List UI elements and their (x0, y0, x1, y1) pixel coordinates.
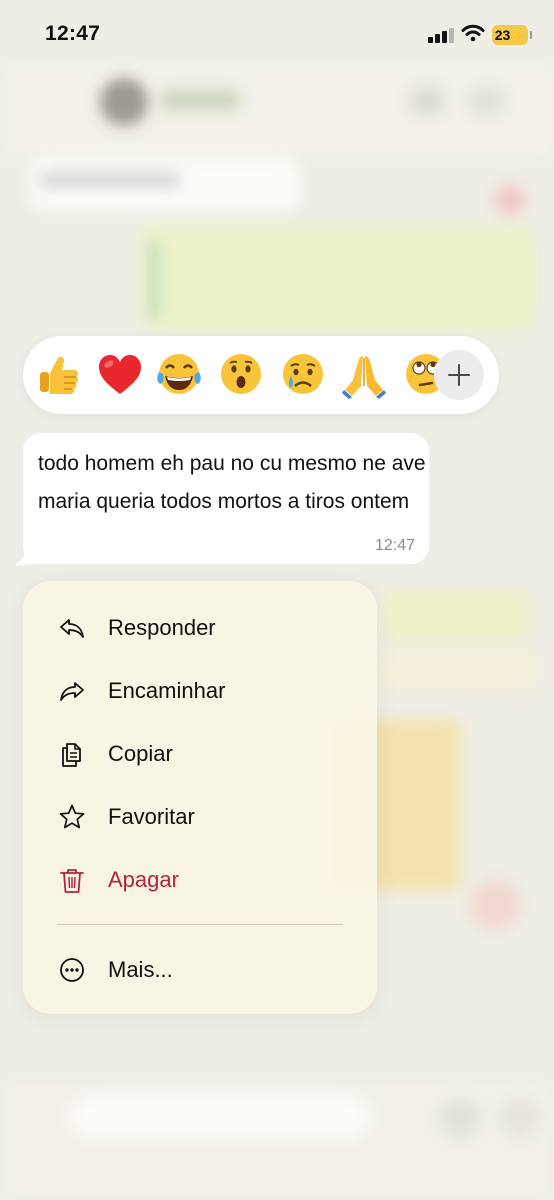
message-text: todo homem eh pau no cu mesmo ne ave mar… (38, 452, 426, 513)
reaction-surprised[interactable] (216, 350, 266, 400)
crying-face-icon (283, 354, 323, 394)
menu-divider (57, 924, 343, 925)
heart-icon (99, 355, 141, 394)
tears-of-joy-icon (157, 354, 201, 394)
reply-icon (60, 619, 84, 638)
more-icon (60, 958, 84, 982)
reaction-heart[interactable] (95, 350, 145, 400)
signal-icon (428, 27, 454, 43)
folded-hands-icon (342, 356, 386, 399)
reaction-laughing[interactable] (154, 350, 204, 400)
thumbs-up-icon (40, 356, 79, 394)
menu-label-delete: Apagar (108, 867, 179, 892)
menu-item-more[interactable]: Mais... (23, 941, 377, 999)
menu-label-copy: Copiar (108, 741, 173, 766)
wifi-icon (461, 24, 485, 42)
message-timestamp: 12:47 (374, 537, 415, 554)
menu-item-delete[interactable]: Apagar (23, 851, 377, 909)
menu-item-forward[interactable]: Encaminhar (23, 662, 377, 720)
reaction-thumbs-up[interactable] (34, 350, 84, 400)
menu-label-reply: Responder (108, 615, 216, 640)
message-context-menu: Responder Encaminhar Copiar Favoritar Ap… (23, 581, 377, 1014)
battery-level: 23 (494, 27, 511, 43)
menu-label-more: Mais... (108, 957, 173, 982)
reaction-bar (23, 336, 499, 414)
menu-item-reply[interactable]: Responder (23, 599, 377, 657)
reaction-sad[interactable] (278, 350, 328, 400)
star-icon (59, 804, 85, 829)
copy-icon (62, 743, 81, 767)
forward-icon (60, 682, 84, 701)
menu-item-copy[interactable]: Copiar (23, 725, 377, 783)
battery-cap (530, 31, 532, 39)
battery-indicator: 23⚡ (492, 25, 528, 45)
status-time: 12:47 (45, 22, 101, 45)
trash-icon (60, 869, 84, 893)
message-bubble[interactable]: todo homem eh pau no cu mesmo ne ave mar… (23, 433, 429, 564)
menu-label-forward: Encaminhar (108, 678, 226, 703)
surprised-face-icon (221, 354, 261, 394)
charging-bolt-icon: ⚡ (510, 29, 526, 43)
menu-item-favorite[interactable]: Favoritar (23, 788, 377, 846)
status-bar: 12:47 23⚡ (0, 0, 554, 70)
reaction-pray[interactable] (339, 350, 389, 400)
menu-label-favorite: Favoritar (108, 804, 195, 829)
add-reaction-button[interactable] (434, 350, 484, 400)
